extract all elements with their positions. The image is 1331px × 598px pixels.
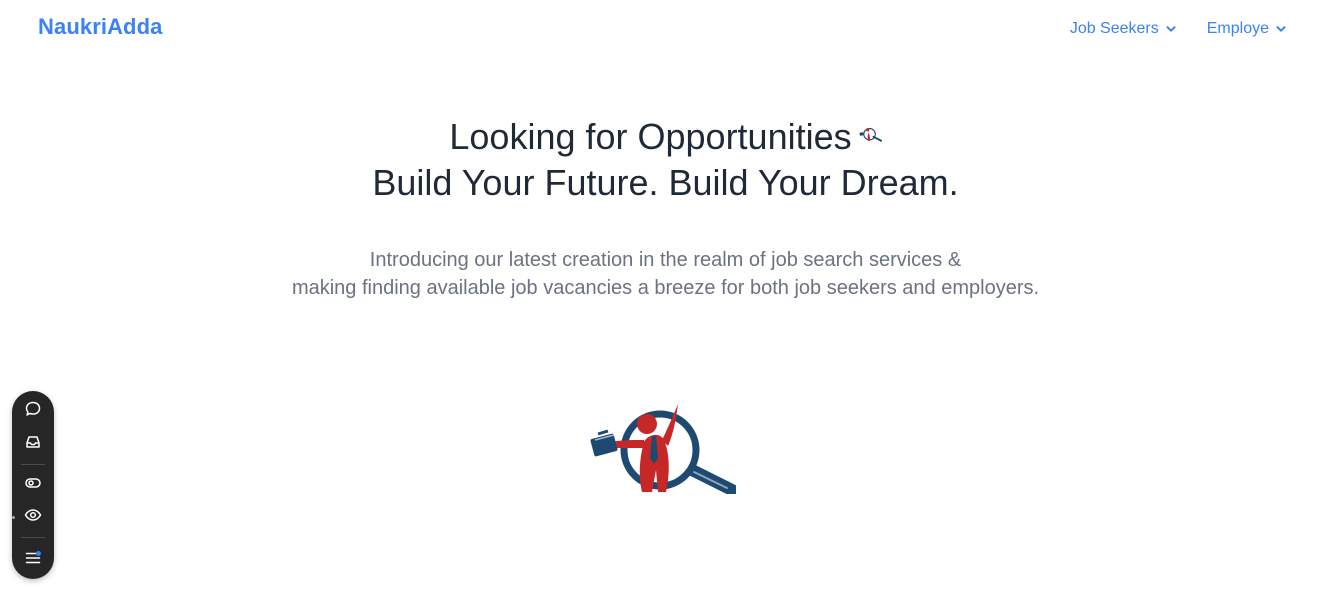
job-search-logo-icon [586, 398, 738, 496]
toggle-view-button[interactable] [21, 473, 45, 497]
nav-item-job-seekers[interactable]: Job Seekers [1070, 20, 1177, 38]
subtitle-line: making finding available job vacancies a… [291, 277, 1040, 299]
inbox-button[interactable] [21, 432, 45, 456]
navbar: NaukriAdda Job Seekers Employe [0, 0, 1331, 58]
hero-section: Looking for Opportunities Build Your Fut… [0, 108, 1331, 206]
nav-menu: Job Seekers Employe [1070, 20, 1287, 38]
toolbar-divider [21, 464, 45, 465]
menu-icon [24, 549, 42, 567]
toolbar-indicator-dot [12, 516, 15, 519]
comment-button[interactable] [21, 399, 45, 423]
hero-subtitle: Introducing our latest creation in the r… [0, 246, 1331, 302]
nav-item-employe[interactable]: Employe [1207, 20, 1287, 38]
nav-item-label: Employe [1206, 20, 1269, 37]
headline-text: Build Your Future. Build Your Dream. [372, 162, 959, 203]
eye-icon [24, 506, 42, 529]
notification-dot [36, 551, 41, 556]
comment-icon [24, 400, 42, 423]
toolbar-divider [21, 537, 45, 538]
eye-button[interactable] [21, 505, 45, 529]
headline-line: Looking for Opportunities [0, 108, 1331, 160]
hero-headline: Looking for Opportunities Build Your Fut… [0, 108, 1331, 206]
chevron-down-icon [1165, 23, 1177, 35]
menu-button[interactable] [21, 546, 45, 570]
inbox-icon [24, 433, 42, 456]
nav-item-label: Job Seekers [1069, 20, 1159, 37]
headline-line: Build Your Future. Build Your Dream. [0, 160, 1331, 206]
floating-toolbar [12, 391, 54, 579]
brand-logo-link[interactable]: NaukriAdda [38, 14, 162, 40]
page: NaukriAdda Job Seekers Employe Looking f… [0, 0, 1331, 598]
headline-text: Looking for Opportunities [449, 116, 852, 157]
subtitle-line: Introducing our latest creation in the r… [369, 249, 962, 271]
job-search-logo-icon [858, 108, 882, 154]
chevron-down-icon [1275, 23, 1287, 35]
toggle-view-icon [24, 474, 42, 497]
